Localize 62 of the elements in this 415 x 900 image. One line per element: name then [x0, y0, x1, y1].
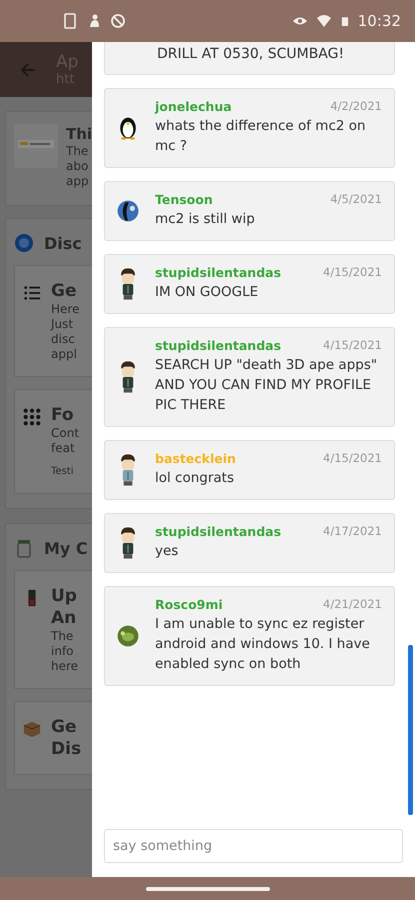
- forum-title: Dis: [51, 738, 82, 760]
- forum-title: Up: [51, 585, 78, 607]
- wifi-icon: [316, 13, 332, 29]
- forum-text: appl: [51, 347, 78, 362]
- forum-text: Just: [51, 317, 74, 332]
- message-date: 4/15/2021: [323, 265, 382, 280]
- forum-card[interactable]: Fo Cont feat Testi: [14, 389, 92, 494]
- forum-title: Ge: [51, 280, 78, 302]
- forum-text: disc: [51, 332, 76, 347]
- list-icon: [23, 284, 41, 302]
- message-text: I am unable to sync ez register android and windows 10. I have enabled sync on both: [155, 615, 371, 674]
- message-date: 4/21/2021: [323, 597, 382, 612]
- message-date: 4/15/2021: [323, 338, 382, 353]
- forum-tag: Testi: [51, 464, 80, 479]
- message-date: 4/17/2021: [323, 524, 382, 539]
- forum-text: feat: [51, 441, 76, 456]
- message-text: mc2 is still wip: [155, 210, 256, 229]
- message-text: DRILL AT 0530, SCUMBAG!: [157, 46, 344, 62]
- message-text: SEARCH UP "death 3D ape apps" AND YOU CAN FIND MY PROFILE PIC THERE: [155, 356, 378, 415]
- forum-title: An: [51, 607, 78, 629]
- info-card[interactable]: Thi The abo app: [5, 111, 92, 206]
- username[interactable]: bastecklein: [155, 451, 324, 466]
- forum-card[interactable]: Ge Dis: [14, 701, 92, 775]
- message-text: whats the difference of mc2 on mc ?: [155, 117, 367, 156]
- message-date: 4/5/2021: [330, 192, 382, 207]
- home-handle[interactable]: [146, 886, 270, 890]
- globe-icon: [14, 233, 34, 253]
- card-text: app: [66, 174, 90, 189]
- forum-text: info: [51, 644, 75, 659]
- username[interactable]: stupidsilentandas: [155, 524, 324, 539]
- message-text: yes: [155, 542, 180, 561]
- sim-icon: [62, 13, 78, 29]
- forum-text: Here: [51, 302, 80, 317]
- username[interactable]: Rosco9mi: [155, 597, 324, 612]
- username[interactable]: jonelechua: [155, 99, 330, 114]
- message-text: lol congrats: [155, 469, 236, 488]
- card-text: The: [66, 144, 90, 159]
- username[interactable]: stupidsilentandas: [155, 338, 324, 353]
- blocked-icon: [110, 13, 126, 29]
- card-text: abo: [66, 159, 90, 174]
- message-input[interactable]: say something: [104, 829, 403, 863]
- forum-text: here: [51, 659, 78, 674]
- card-title: Thi: [66, 124, 92, 144]
- forum-title: Ge: [51, 716, 78, 738]
- forum-text: Cont: [51, 426, 80, 441]
- section-title: My C: [44, 538, 88, 558]
- forum-title: Fo: [51, 404, 75, 426]
- clock: 10:32: [358, 12, 401, 30]
- username[interactable]: stupidsilentandas: [155, 265, 324, 280]
- section-title: Disc: [44, 234, 82, 252]
- forum-card[interactable]: Ge Here Just disc appl: [14, 265, 92, 377]
- message-text: IM ON GOOGLE: [155, 283, 260, 302]
- message-date: 4/15/2021: [323, 451, 382, 466]
- scrollbar[interactable]: [408, 645, 413, 815]
- box-icon: [23, 720, 41, 738]
- username[interactable]: Tensoon: [155, 192, 330, 207]
- avatar-icon: [115, 622, 141, 648]
- grid-icon: [23, 408, 41, 426]
- avatar-icon: [115, 198, 141, 224]
- forum-card[interactable]: Up An The info here: [14, 570, 92, 689]
- forum-text: The: [51, 629, 74, 644]
- message-date: 4/2/2021: [330, 99, 382, 114]
